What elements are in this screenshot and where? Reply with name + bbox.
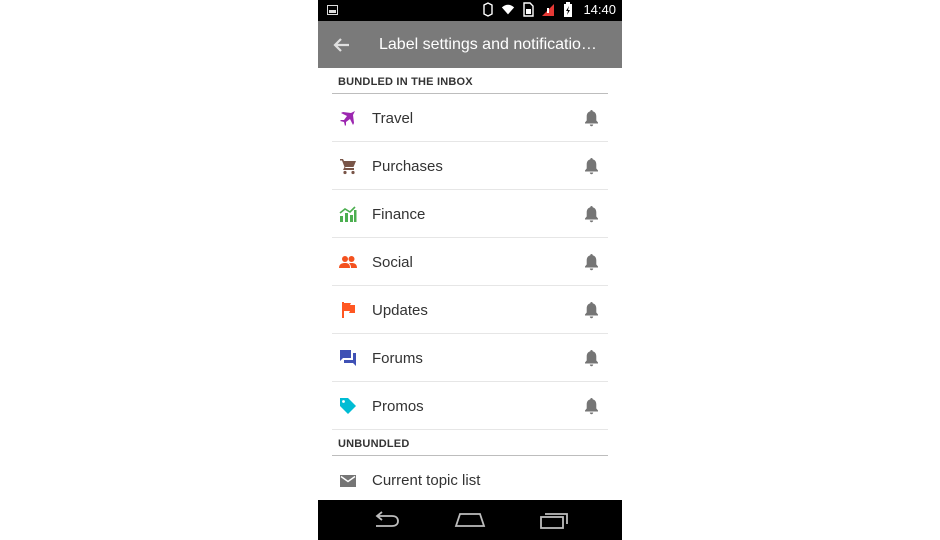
mail-icon	[340, 475, 356, 487]
status-icons: 14:40	[481, 2, 616, 17]
list-item-updates[interactable]: Updates	[332, 286, 608, 334]
battery-icon	[564, 2, 573, 17]
back-nav-icon[interactable]	[370, 510, 402, 530]
status-bar: 14:40	[318, 0, 622, 21]
list-item-promos[interactable]: Promos	[332, 382, 608, 430]
page-title: Label settings and notificatio…	[379, 36, 597, 53]
airplane-icon	[340, 111, 355, 126]
list-item-label: Finance	[372, 206, 426, 223]
bell-icon[interactable]	[583, 349, 600, 367]
section-header-bundled: BUNDLED IN THE INBOX	[332, 68, 608, 94]
app-bar: Label settings and notificatio…	[318, 21, 622, 68]
status-time: 14:40	[583, 2, 616, 17]
signal-alert-icon	[542, 4, 555, 16]
list-item-label: Updates	[372, 302, 428, 319]
list-item-label: Current topic list	[372, 472, 481, 489]
section-header-unbundled: UNBUNDLED	[332, 430, 608, 456]
list-item-travel[interactable]: Travel	[332, 94, 608, 142]
cart-icon	[340, 159, 356, 175]
people-icon	[339, 256, 357, 268]
home-nav-icon[interactable]	[454, 510, 486, 530]
flag-icon	[342, 302, 355, 318]
wifi-icon	[502, 4, 515, 15]
list-item-label: Purchases	[372, 158, 443, 175]
navigation-bar	[318, 500, 622, 540]
list-item-finance[interactable]: Finance	[332, 190, 608, 238]
image-notification-icon	[327, 5, 338, 15]
list-item-label: Promos	[372, 398, 424, 415]
bell-icon[interactable]	[583, 205, 600, 223]
forum-icon	[340, 350, 356, 366]
list-item-purchases[interactable]: Purchases	[332, 142, 608, 190]
sim-icon	[523, 2, 535, 17]
list-item-social[interactable]: Social	[332, 238, 608, 286]
chart-icon	[339, 206, 357, 222]
rotate-icon	[483, 2, 494, 17]
phone-screen: 14:40 Label settings and notificatio… BU…	[318, 0, 622, 540]
list-item-label: Travel	[372, 110, 414, 127]
list-item-forums[interactable]: Forums	[332, 334, 608, 382]
bell-icon[interactable]	[583, 253, 600, 271]
bell-icon[interactable]	[583, 301, 600, 319]
tag-icon	[340, 398, 356, 414]
bell-icon[interactable]	[583, 157, 600, 175]
settings-list: BUNDLED IN THE INBOX Travel Purchases Fi…	[332, 68, 608, 504]
bell-icon[interactable]	[583, 397, 600, 415]
list-item-label: Forums	[372, 350, 423, 367]
bell-icon[interactable]	[583, 109, 600, 127]
back-arrow-icon[interactable]	[332, 35, 352, 55]
list-item-label: Social	[372, 254, 413, 271]
list-item-current-topic-list[interactable]: Current topic list	[332, 456, 608, 504]
recents-nav-icon[interactable]	[538, 510, 570, 530]
